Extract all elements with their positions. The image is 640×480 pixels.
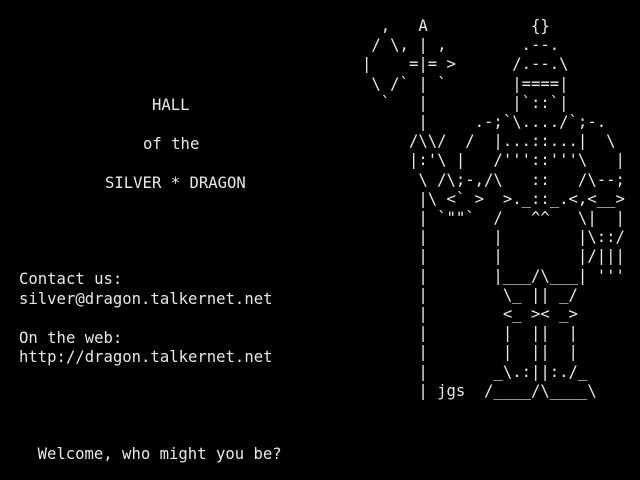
ascii-art-line: |\ <` > >._::_.<,<__> bbox=[362, 189, 625, 208]
ascii-art-line: ` | |`::`| bbox=[362, 93, 569, 112]
contact-heading: Contact us: bbox=[19, 270, 123, 288]
web-url: http://dragon.talkernet.net bbox=[19, 348, 273, 366]
ascii-art-line: / \, | , .--. bbox=[362, 36, 560, 55]
ascii-art-line: | | || | bbox=[362, 343, 578, 362]
ascii-art-line: | |___/\___| ''' bbox=[362, 266, 625, 285]
welcome-prompt: Welcome, who might you be? bbox=[37, 445, 282, 464]
ascii-art-line: |:'\ | /'''::'''\ | bbox=[362, 151, 625, 170]
title-of-the: of the bbox=[143, 135, 200, 153]
ascii-art-line: | | |/||| bbox=[362, 247, 625, 266]
contact-email: silver@dragon.talkernet.net bbox=[19, 290, 273, 308]
title-silver-dragon: SILVER * DRAGON bbox=[105, 174, 246, 192]
ascii-art-line: , A {} bbox=[362, 17, 550, 35]
prompt-line[interactable]: Welcome, who might you be? bbox=[0, 426, 290, 463]
ascii-art-line: | <_ >< _> bbox=[362, 305, 578, 323]
ascii-art-line: \ /` | ` |====| bbox=[362, 74, 569, 93]
terminal-screen[interactable]: HALL of the SILVER * DRAGON Contact us: … bbox=[0, 0, 640, 480]
web-heading: On the web: bbox=[19, 329, 123, 347]
ascii-art-line: /\\/ / |...::...| \ bbox=[362, 132, 616, 151]
ascii-art-line: | jgs /____/\____\ bbox=[362, 381, 597, 400]
ascii-art-line: | \_ || _/ bbox=[362, 285, 578, 304]
ascii-art-line: | _\.:||:./_ bbox=[362, 362, 588, 381]
ascii-art-line: | .-;`\..../`;-. bbox=[362, 113, 607, 131]
ascii-art-line: | `""` / ^^ \| | bbox=[362, 209, 625, 227]
title-hall: HALL bbox=[152, 96, 190, 114]
ascii-art-line: | | || | bbox=[362, 324, 578, 343]
ascii-art-line: | =|= > /.--.\ bbox=[362, 55, 569, 74]
text-cursor bbox=[282, 447, 290, 462]
ascii-art-line: \ /\;-,/\ :: /\--; bbox=[362, 170, 625, 189]
ascii-art-line: | | |\::/ bbox=[362, 228, 625, 247]
